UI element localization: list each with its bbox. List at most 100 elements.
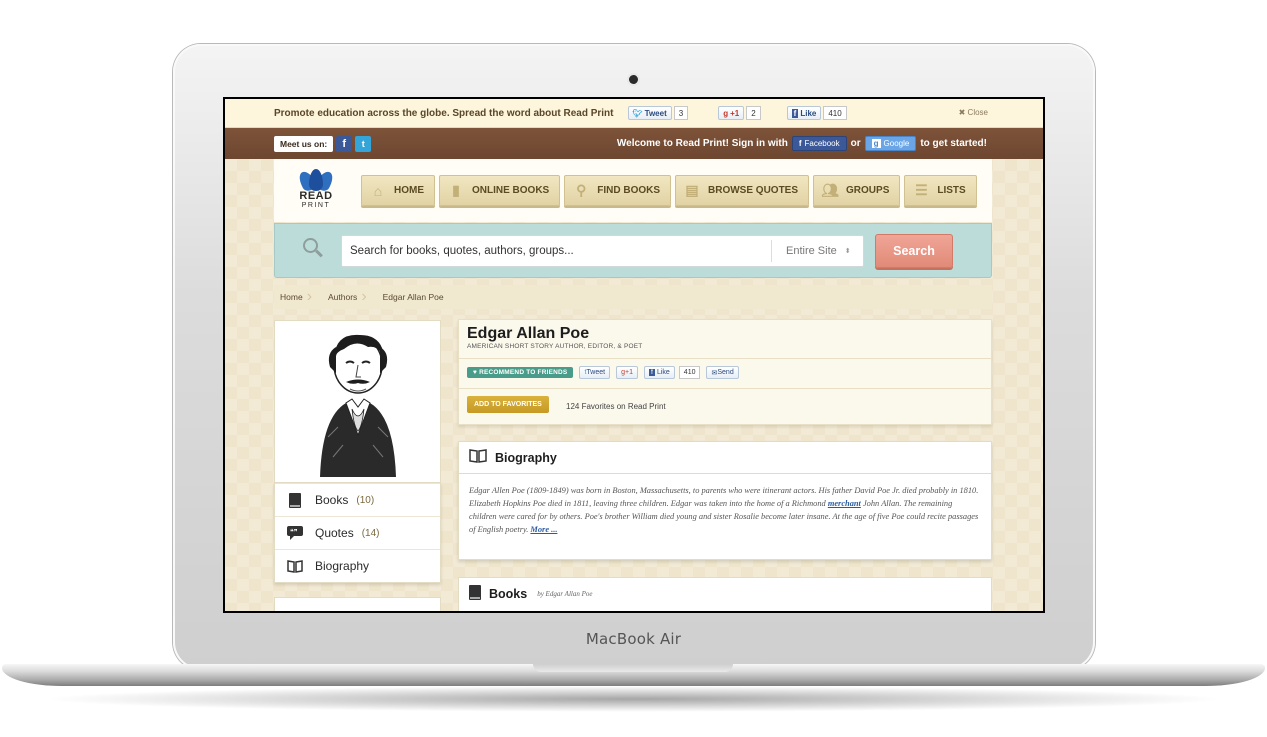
search-scope-select[interactable]: Entire Site ⬍ — [771, 240, 861, 262]
logo-print-text: PRINT — [301, 202, 331, 209]
side-item-biography-label: Biography — [315, 559, 370, 573]
book-icon — [287, 492, 303, 508]
promo-bar: Promote education across the globe. Spre… — [225, 99, 1043, 128]
sidebar-secondary-card — [274, 597, 441, 611]
promo-gplus-widget[interactable]: g +1 2 — [718, 106, 761, 120]
biography-title: Biography — [495, 450, 557, 465]
gplus-count: 2 — [746, 106, 761, 120]
get-started-text: to get started! — [920, 138, 987, 149]
like-button[interactable]: f Like — [786, 106, 822, 120]
promo-tweet-widget[interactable]: 🐦︎ Tweet 3 — [627, 106, 689, 120]
main-nav: ⌂ HOME ▮ ONLINE BOOKS ⚲ FIND BOOKS ▤ BRO… — [361, 175, 977, 206]
books-count: (10) — [356, 494, 375, 506]
nav-browse-quotes[interactable]: ▤ BROWSE QUOTES — [675, 175, 810, 206]
quotes-count: (14) — [361, 527, 380, 539]
side-item-books-label: Books — [315, 493, 349, 507]
laptop-shadow — [40, 686, 1227, 712]
google-signin-button[interactable]: g Google — [864, 136, 917, 151]
like-widget[interactable]: f Like 410 — [644, 366, 701, 379]
facebook-icon: f — [791, 108, 799, 118]
books-header: Books by Edgar Allan Poe — [459, 578, 991, 610]
logo-read-text: READ — [299, 190, 333, 202]
nav-lists[interactable]: ☰ LISTS — [904, 175, 977, 206]
google-icon: g — [723, 108, 729, 118]
welcome-text: Welcome to Read Print! Sign in with — [616, 138, 788, 149]
biography-header: Biography — [459, 442, 991, 474]
camera-icon — [629, 75, 638, 84]
tweet-count: 3 — [673, 106, 689, 120]
search-button[interactable]: Search — [875, 234, 953, 268]
tweet-button[interactable]: t Tweet — [579, 366, 611, 379]
promo-like-widget[interactable]: f Like 410 — [786, 106, 847, 120]
gplus-button[interactable]: g +1 — [616, 366, 638, 379]
google-icon: g — [871, 139, 881, 148]
device-label: MacBook Air — [585, 630, 682, 648]
twitter-icon[interactable]: t — [355, 135, 372, 152]
search-icon: ⚲ — [576, 182, 587, 198]
side-item-books[interactable]: Books (10) — [275, 483, 440, 516]
more-link[interactable]: More ... — [530, 525, 557, 534]
site-header: READ PRINT ⌂ HOME ▮ ONLINE BOOKS ⚲ FIND … — [274, 159, 992, 222]
divider — [459, 358, 991, 359]
divider — [459, 388, 991, 389]
open-book-icon — [287, 558, 303, 574]
promo-text: Promote education across the globe. Spre… — [274, 107, 614, 119]
laptop-notch — [533, 664, 733, 672]
book-icon — [469, 585, 481, 603]
side-item-quotes[interactable]: ❝❞ Quotes (14) — [275, 516, 440, 549]
author-subtitle: AMERICAN SHORT STORY AUTHOR, EDITOR, & P… — [467, 343, 643, 350]
search-bar: Search for books, quotes, authors, group… — [274, 223, 992, 278]
gplus-button[interactable]: g +1 — [718, 106, 745, 120]
books-byline: by Edgar Allan Poe — [537, 590, 593, 598]
author-side-menu: Books (10) ❝❞ Quotes (14) Biography — [274, 483, 441, 583]
facebook-signin-button[interactable]: f Facebook — [791, 136, 847, 151]
search-icon — [303, 238, 323, 260]
top-bar: Meet us on: f t Welcome to Read Print! S… — [225, 128, 1043, 159]
breadcrumb-current: Edgar Allan Poe — [382, 292, 444, 302]
merchant-link[interactable]: merchant — [828, 499, 861, 508]
facebook-icon: f — [798, 139, 802, 148]
svg-text:❝❞: ❝❞ — [290, 528, 298, 536]
like-button[interactable]: f Like — [644, 366, 675, 379]
tweet-button[interactable]: 🐦︎ Tweet — [627, 106, 672, 120]
poe-portrait-image — [319, 334, 396, 477]
nav-browse-quotes-label: BROWSE QUOTES — [708, 185, 799, 196]
browser-viewport: Promote education across the globe. Spre… — [225, 99, 1043, 611]
quote-bubble-icon: ▤ — [685, 182, 699, 198]
updown-arrow-icon: ⬍ — [844, 248, 851, 255]
users-icon: 👥︎ — [821, 182, 839, 198]
site-logo[interactable]: READ PRINT — [295, 168, 337, 210]
like-count: 410 — [823, 106, 847, 120]
breadcrumb-authors[interactable]: Authors › — [322, 285, 377, 309]
search-scope-value: Entire Site — [786, 245, 837, 257]
side-item-biography[interactable]: Biography — [275, 549, 440, 582]
author-share-row: ♥ RECOMMEND TO FRIENDS t Tweet g +1 f Lik… — [467, 366, 739, 379]
send-button[interactable]: ✉ Send — [706, 366, 739, 379]
nav-groups[interactable]: 👥︎ GROUPS — [813, 175, 901, 206]
add-to-favorites-button[interactable]: ADD TO FAVORITES — [467, 396, 549, 413]
biography-text: Edgar Allen Poe (1809-1849) was born in … — [469, 486, 979, 534]
nav-home[interactable]: ⌂ HOME — [361, 175, 435, 206]
recommend-button[interactable]: ♥ RECOMMEND TO FRIENDS — [467, 367, 574, 378]
breadcrumb-home[interactable]: Home › — [274, 285, 322, 309]
nav-home-label: HOME — [394, 185, 424, 196]
like-count: 410 — [678, 366, 701, 379]
nav-online-books[interactable]: ▮ ONLINE BOOKS — [439, 175, 561, 206]
nav-find-books-label: FIND BOOKS — [597, 185, 661, 196]
close-promo-button[interactable]: ✖ Close — [959, 108, 988, 117]
facebook-icon[interactable]: f — [336, 135, 353, 152]
side-item-quotes-label: Quotes — [315, 526, 354, 540]
favorites-count: 124 Favorites on Read Print — [566, 402, 666, 411]
books-title: Books — [489, 587, 528, 601]
nav-groups-label: GROUPS — [846, 185, 890, 196]
twitter-icon: 🐦︎ — [632, 108, 643, 118]
nav-lists-label: LISTS — [937, 185, 966, 196]
list-icon: ☰ — [915, 182, 928, 198]
author-card: Edgar Allan Poe AMERICAN SHORT STORY AUT… — [458, 319, 992, 425]
author-name: Edgar Allan Poe — [467, 325, 590, 342]
breadcrumb: Home › Authors › Edgar Allan Poe — [274, 285, 992, 309]
chevron-right-icon: › — [361, 288, 367, 305]
quote-bubble-icon: ❝❞ — [287, 525, 303, 541]
nav-find-books[interactable]: ⚲ FIND BOOKS — [564, 175, 672, 206]
laptop-screen: Promote education across the globe. Spre… — [223, 97, 1045, 613]
